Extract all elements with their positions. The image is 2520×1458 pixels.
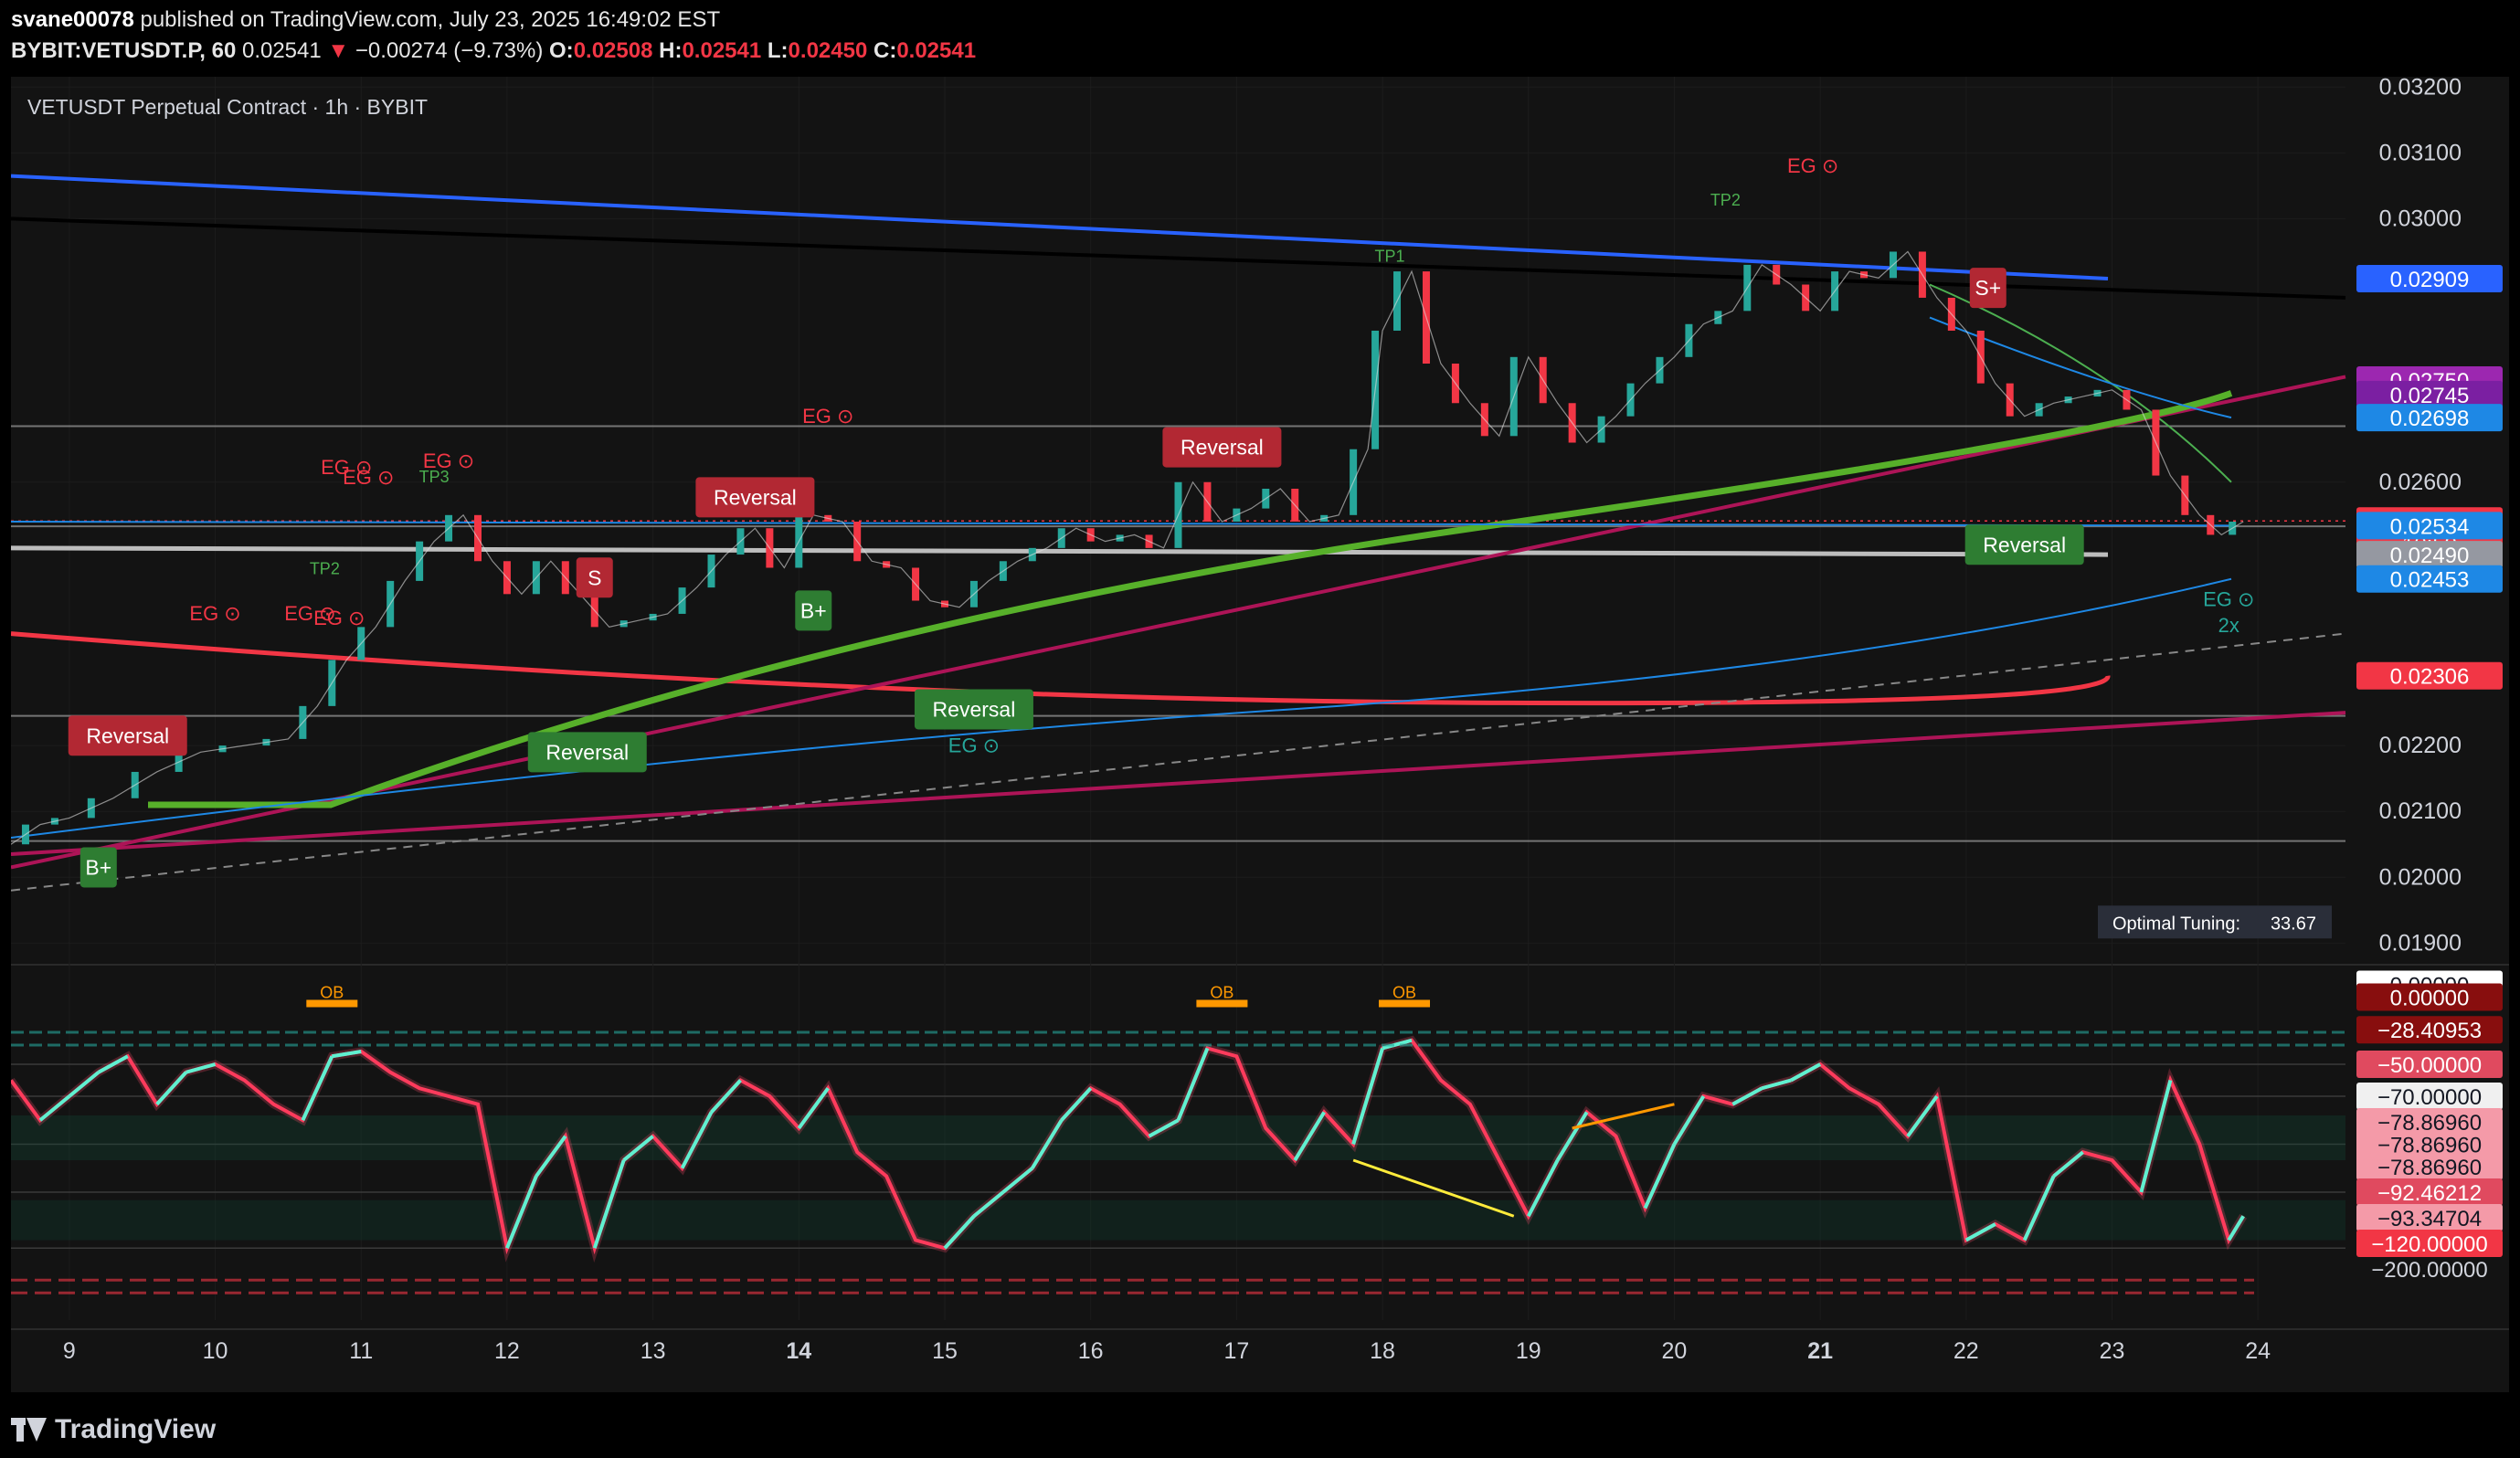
price-scale-label: 0.02453: [2390, 568, 2470, 593]
oscillator-scale-label: −120.00000: [2371, 1232, 2487, 1257]
open-label: O:: [549, 38, 574, 63]
x-tick-label: 22: [1954, 1338, 1979, 1364]
close-value: 0.02541: [896, 38, 977, 63]
x-tick-label: 11: [349, 1338, 373, 1364]
x-tick-label: 15: [932, 1338, 958, 1364]
signal-badge-label: B+: [85, 855, 111, 879]
chart-canvas[interactable]: 9 10 11 12 13 14 15 16 17 18 19 20 21 22 23 24 0.03200 0.…: [11, 77, 2509, 1392]
oscillator-scale-label: −28.40953: [2377, 1019, 2482, 1043]
x-tick-label: 24: [2245, 1338, 2271, 1364]
signal-badge-label: Reversal: [714, 485, 797, 509]
price-scale-label: 0.02306: [2390, 665, 2470, 690]
x-tick-label: 9: [63, 1338, 76, 1364]
optimal-tuning-label: Optimal Tuning:: [2112, 914, 2240, 934]
price-scale-label: 0.02534: [2390, 514, 2470, 539]
signal-badge-label: Reversal: [1983, 533, 2066, 556]
high-value: 0.02541: [682, 38, 762, 63]
signal-badge: Reversal: [695, 477, 815, 518]
price-scale-label: 0.02490: [2390, 544, 2470, 568]
y-tick-label: 0.01900: [2379, 930, 2462, 956]
signal-tag-label: TP2: [1710, 191, 1741, 209]
signal-badge-label: Reversal: [86, 724, 169, 747]
ob-tag-label: OB: [1392, 984, 1416, 1002]
x-tick-label: 20: [1662, 1338, 1688, 1364]
y-tick-label: 0.02100: [2379, 798, 2462, 824]
signal-badge: Reversal: [1964, 524, 2084, 565]
signal-tag-label: EG ⊙: [189, 602, 240, 625]
y-tick-label: 0.02600: [2379, 470, 2462, 495]
publish-info: published on TradingView.com, July 23, 2…: [140, 7, 721, 32]
tradingview-footer: TradingView: [11, 1414, 216, 1445]
signal-tag-label: EG ⊙: [948, 734, 1000, 756]
signal-badge: S+: [1969, 268, 2006, 309]
signal-tag-label: EG ⊙: [313, 607, 365, 629]
signal-tag-label: TP3: [419, 468, 450, 486]
ob-tag-label: OB: [320, 984, 344, 1002]
down-arrow-icon: ▼: [327, 38, 350, 63]
high-label: H:: [659, 38, 683, 63]
signal-badge: B+: [795, 590, 832, 631]
symbol-ohlc-line: BYBIT:VETUSDT.P, 60 0.02541 ▼ −0.00274 (…: [11, 38, 976, 64]
price-change: −0.00274 (−9.73%): [355, 38, 544, 63]
signal-tag-label: EG ⊙: [343, 466, 394, 489]
symbol-label[interactable]: BYBIT:VETUSDT.P, 60: [11, 38, 236, 63]
publisher-username[interactable]: svane00078: [11, 7, 134, 32]
y-tick-label: 0.03200: [2379, 77, 2462, 100]
x-tick-label: 13: [641, 1338, 666, 1364]
signal-badge-label: S+: [1975, 276, 2001, 300]
x-tick-label: 19: [1516, 1338, 1541, 1364]
chart-title: VETUSDT Perpetual Contract · 1h · BYBIT: [27, 95, 429, 119]
ob-tag-label: OB: [1210, 984, 1234, 1002]
oscillator-scale-label: −78.86960: [2377, 1156, 2482, 1180]
optimal-tuning-value: 33.67: [2271, 914, 2316, 934]
signal-badge: Reversal: [527, 732, 647, 773]
price-scale-label: 0.02909: [2390, 268, 2470, 292]
x-tick-label: 17: [1223, 1338, 1249, 1364]
signal-tag-label: 2x: [2218, 614, 2239, 637]
signal-tag-label: TP1: [1375, 247, 1405, 265]
signal-tag-label: EG ⊙: [2203, 587, 2254, 610]
chart-background: [11, 77, 2509, 1392]
oscillator-scale-label: −93.34704: [2377, 1207, 2482, 1231]
x-tick-label: 23: [2100, 1338, 2125, 1364]
x-tick-label: 21: [1807, 1338, 1833, 1364]
low-label: L:: [767, 38, 789, 63]
signal-badge: B+: [79, 847, 117, 888]
x-tick-label: 10: [203, 1338, 228, 1364]
brand-name: TradingView: [55, 1414, 217, 1444]
y-tick-label: 0.03100: [2379, 140, 2462, 165]
close-label: C:: [873, 38, 897, 63]
oscillator-scale-label: −50.00000: [2377, 1053, 2482, 1078]
signal-badge-label: S: [588, 565, 601, 589]
x-tick-label: 16: [1078, 1338, 1104, 1364]
price-scale-label: 0.02698: [2390, 407, 2470, 431]
signal-badge: Reversal: [914, 689, 1033, 730]
y-tick-label: 0.02000: [2379, 864, 2462, 890]
y-tick-label: 0.02200: [2379, 733, 2462, 758]
oscillator-scale-label: −92.46212: [2377, 1181, 2482, 1206]
x-tick-label: 12: [494, 1338, 520, 1364]
last-price: 0.02541: [241, 38, 322, 63]
signal-tag-label: EG ⊙: [1787, 154, 1838, 177]
y-tick-label: 0.03000: [2379, 206, 2462, 231]
signal-badge-label: Reversal: [1181, 436, 1264, 460]
open-value: 0.02508: [573, 38, 653, 63]
publisher-line: svane00078 published on TradingView.com,…: [11, 7, 720, 33]
oscillator-scale-label: 0.00000: [2390, 987, 2470, 1011]
low-value: 0.02450: [788, 38, 868, 63]
x-tick-label: 18: [1370, 1338, 1395, 1364]
signal-badge-label: Reversal: [933, 697, 1016, 721]
signal-badge-label: Reversal: [545, 740, 629, 764]
tradingview-logo-icon: [11, 1418, 48, 1442]
signal-tag-label: TP2: [310, 560, 340, 578]
x-tick-label: 14: [786, 1338, 811, 1364]
signal-tag-label: EG ⊙: [802, 405, 853, 428]
signal-badge: Reversal: [68, 715, 187, 756]
signal-badge: S: [576, 557, 613, 598]
oscillator-scale-label: −70.00000: [2377, 1085, 2482, 1110]
signal-badge: Reversal: [1162, 427, 1282, 468]
signal-badge-label: B+: [800, 598, 827, 622]
oscillator-scale-label: −200.00000: [2371, 1258, 2487, 1283]
